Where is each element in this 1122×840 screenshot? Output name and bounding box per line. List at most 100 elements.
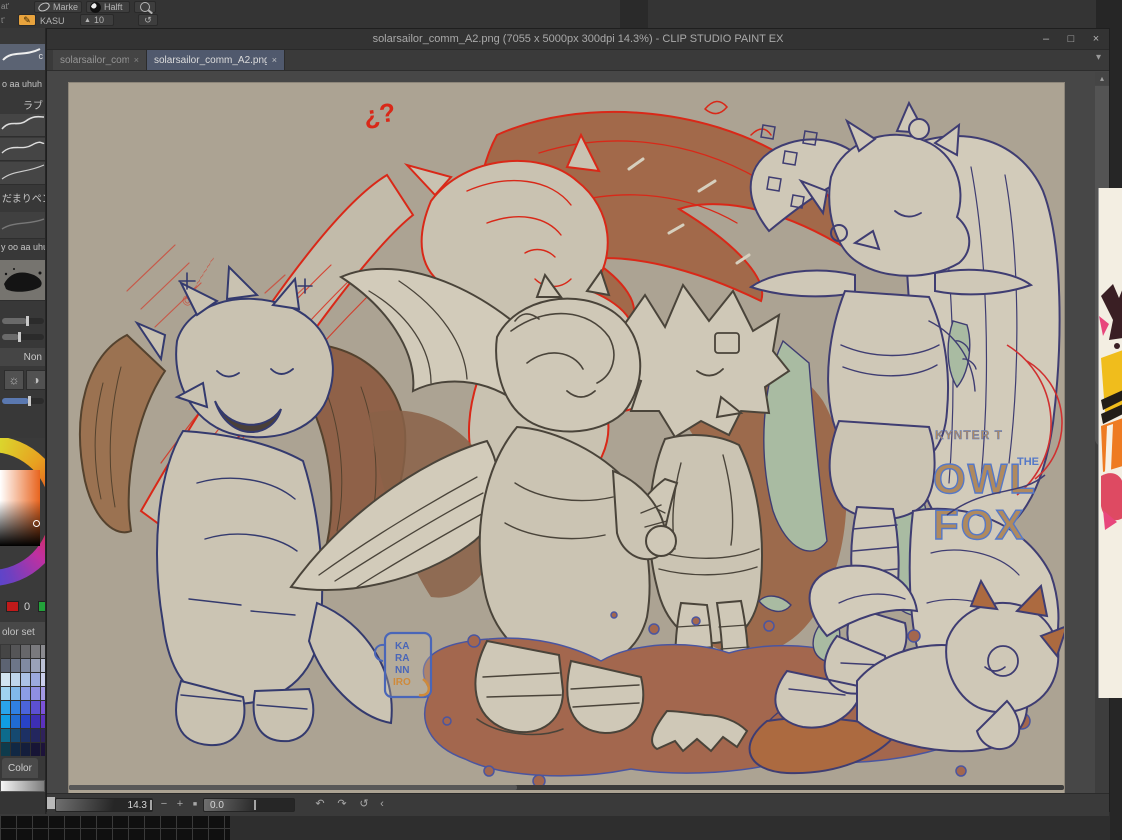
color-swatch[interactable] xyxy=(31,673,40,686)
pen-tool-button[interactable]: ✎ xyxy=(18,14,36,26)
color-swatch[interactable] xyxy=(11,701,20,714)
rotation-slider[interactable]: 0.0 xyxy=(203,798,295,812)
rotate-view-button[interactable]: ↺ xyxy=(138,14,158,26)
tab-list-chevron-icon[interactable]: ▾ xyxy=(1096,52,1101,63)
dock-bottom-filler xyxy=(0,792,46,814)
color-swatch[interactable] xyxy=(21,715,30,728)
scroll-up-icon[interactable]: ▴ xyxy=(1095,72,1109,85)
halftone-tool-button[interactable]: Halft xyxy=(86,1,130,13)
color-swatch[interactable] xyxy=(11,659,20,672)
reset-rotation-icon[interactable]: ↺ xyxy=(357,797,371,812)
stabilize-slider[interactable] xyxy=(2,398,44,404)
background-swatch[interactable] xyxy=(38,601,46,612)
top-toolbar: at' t' Marke Halft ✎ KASU ▲ 10 ↺ xyxy=(0,0,1122,28)
size-step-button[interactable]: ▲ 10 xyxy=(80,14,114,26)
brush-size-slider[interactable] xyxy=(2,318,44,324)
color-swatch[interactable] xyxy=(11,645,20,658)
collapse-icon[interactable]: ‹ xyxy=(375,797,389,812)
marker-tool-button[interactable]: Marke xyxy=(34,1,82,13)
marker-icon xyxy=(37,1,51,13)
brush-preview-item[interactable] xyxy=(0,114,45,137)
search-button[interactable] xyxy=(134,1,156,13)
maximize-button[interactable]: □ xyxy=(1064,33,1078,45)
color-swatch[interactable] xyxy=(11,715,20,728)
color-wheel-panel[interactable] xyxy=(0,438,46,600)
color-swatch[interactable] xyxy=(31,715,40,728)
wordmark-fox: FOX xyxy=(933,501,1025,548)
window-titlebar[interactable]: solarsailor_comm_A2.png (7055 x 5000px 3… xyxy=(47,29,1109,50)
horizontal-scrollbar[interactable] xyxy=(69,785,1064,790)
navigation-bar: 14.3 − + ■ 0.0 ↶ ↷ ↺ ‹ xyxy=(47,793,1109,816)
color-swatch[interactable] xyxy=(31,701,40,714)
background-window-sliver[interactable] xyxy=(1098,188,1122,698)
color-swatch[interactable] xyxy=(1,743,10,756)
scrollbar-corner xyxy=(47,797,55,809)
texture-tool-button[interactable]: ☼ xyxy=(4,370,24,390)
subtool-selected-row[interactable]: c xyxy=(0,44,45,70)
swatch-grid-panel[interactable] xyxy=(0,814,230,840)
rotation-slider-handle[interactable] xyxy=(254,800,256,810)
gradient-preview-bar[interactable] xyxy=(0,780,45,792)
color-swatch[interactable] xyxy=(1,729,10,742)
color-swatch[interactable] xyxy=(21,687,30,700)
color-swatch[interactable] xyxy=(1,645,10,658)
brush-preview-item[interactable] xyxy=(0,212,45,239)
rotate-ccw-icon[interactable]: ↶ xyxy=(313,797,327,812)
color-swatch[interactable] xyxy=(1,715,10,728)
rotation-value: 0.0 xyxy=(210,800,224,811)
horizontal-scrollbar-thumb[interactable] xyxy=(69,785,517,790)
color-swatch[interactable] xyxy=(21,729,30,742)
color-swatch[interactable] xyxy=(31,659,40,672)
color-swatch[interactable] xyxy=(1,701,10,714)
color-swatch[interactable] xyxy=(21,673,30,686)
color-swatch[interactable] xyxy=(11,687,20,700)
tab-document-2[interactable]: solarsailor_comm_A2.png × xyxy=(147,50,285,70)
foreground-swatch[interactable] xyxy=(6,601,19,612)
minimize-button[interactable]: – xyxy=(1039,33,1053,45)
arrow-up-icon: ▲ xyxy=(84,17,91,24)
color-swatch[interactable] xyxy=(11,729,20,742)
zoom-in-button[interactable]: + xyxy=(173,797,187,812)
zoom-slider-handle[interactable] xyxy=(150,800,152,810)
zoom-slider[interactable]: 14.3 xyxy=(55,798,153,812)
color-swatch[interactable] xyxy=(21,701,30,714)
color-swatch[interactable] xyxy=(11,743,20,756)
color-picker-dot[interactable] xyxy=(33,520,40,527)
tab-document-1[interactable]: solarsailor_comm × xyxy=(53,50,147,70)
pen-icon: ✎ xyxy=(23,15,31,26)
halftone-icon xyxy=(90,2,101,13)
tab-close-icon[interactable]: × xyxy=(134,55,139,65)
color-swatch[interactable] xyxy=(21,659,30,672)
canvas[interactable]: ¿? @~~~~~~~ xyxy=(69,83,1064,793)
rotate-cw-icon[interactable]: ↷ xyxy=(335,797,349,812)
zoom-out-button[interactable]: − xyxy=(157,797,171,812)
color-set-grid xyxy=(1,645,46,756)
color-swatch[interactable] xyxy=(31,729,40,742)
color-swatch[interactable] xyxy=(31,687,40,700)
tab-color[interactable]: Color xyxy=(2,758,38,778)
tab-close-icon[interactable]: × xyxy=(272,55,277,65)
document-tabbar: solarsailor_comm × solarsailor_comm_A2.p… xyxy=(47,50,1109,71)
brush-preview-item[interactable] xyxy=(0,162,45,185)
zoom-value: 14.3 xyxy=(128,800,147,811)
color-swatch[interactable] xyxy=(1,673,10,686)
brush-preview-item[interactable] xyxy=(0,260,45,301)
close-button[interactable]: × xyxy=(1089,33,1103,45)
color-swatch[interactable] xyxy=(31,743,40,756)
color-swatch[interactable] xyxy=(1,659,10,672)
toolbar-fragment: t' xyxy=(1,16,5,25)
stamp-line: RA xyxy=(395,653,409,664)
actual-size-icon[interactable]: ■ xyxy=(188,797,202,812)
color-swatch[interactable] xyxy=(21,645,30,658)
color-swatch[interactable] xyxy=(31,645,40,658)
color-swatch[interactable] xyxy=(21,743,30,756)
color-swatch[interactable] xyxy=(11,673,20,686)
halfcircle-tool-button[interactable]: ◑ xyxy=(26,370,46,390)
opacity-slider[interactable] xyxy=(2,334,44,340)
saturation-value-square[interactable] xyxy=(0,470,40,546)
subtool-group-label: y oo aa uhuh xyxy=(0,242,46,252)
color-swatch[interactable] xyxy=(1,687,10,700)
brush-preview-item[interactable] xyxy=(0,138,45,161)
blend-mode-dropdown[interactable]: Non xyxy=(0,348,45,366)
window-title: solarsailor_comm_A2.png (7055 x 5000px 3… xyxy=(373,33,784,45)
